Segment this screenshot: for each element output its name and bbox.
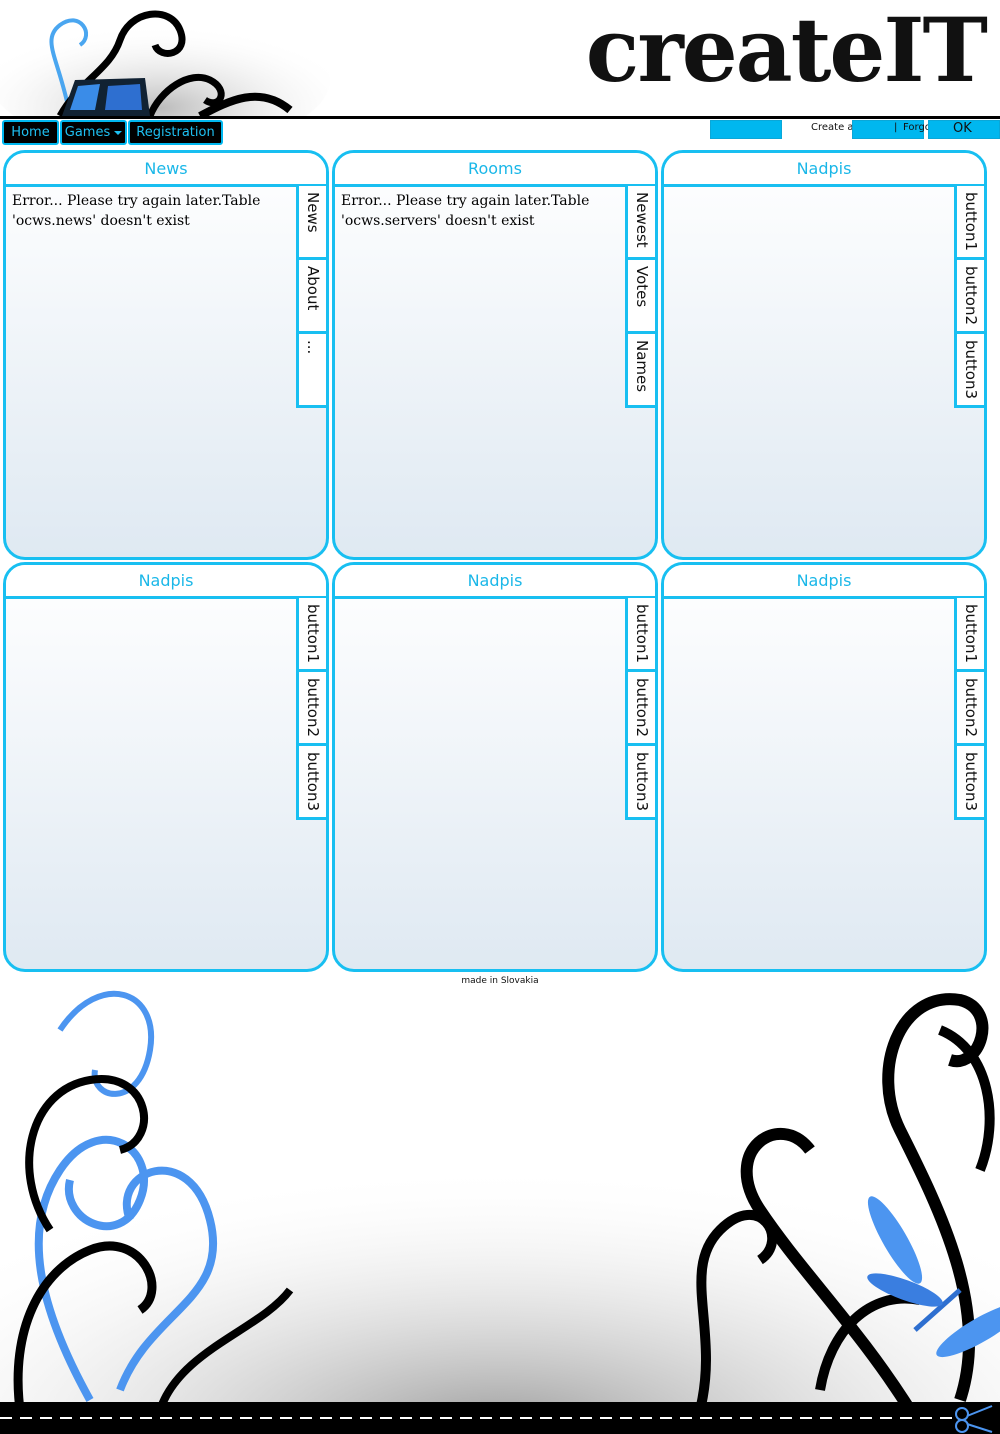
tab-button1[interactable]: button1 [954,186,984,260]
tab-button2[interactable]: button2 [954,672,984,746]
tab-label: button1 [304,604,322,664]
tab-label: About [304,266,322,311]
nav-home-button[interactable]: Home [2,120,59,145]
tab-label: button2 [962,678,980,738]
tab-news[interactable]: News [296,186,326,260]
panel-title: Rooms [335,153,655,187]
panel-side-tabs: News About ... [296,186,326,408]
tab-label: button3 [304,752,322,812]
nadpis-panel: Nadpis button1 button2 button3 [661,562,987,972]
site-logo[interactable]: createIT [586,6,988,94]
panel-title: News [6,153,326,187]
tab-button1[interactable]: button1 [296,598,326,672]
tab-label: button2 [633,678,651,738]
tab-button1[interactable]: button1 [625,598,655,672]
tab-button2[interactable]: button2 [296,672,326,746]
news-panel: News Error... Please try again later.Tab… [3,150,329,560]
tab-label: button1 [633,604,651,664]
tab-label: Newest [633,192,651,248]
tab-label: button1 [962,192,980,252]
tab-label: News [304,192,322,233]
login-ok-label: OK [953,121,972,136]
panel-content: Error... Please try again later.Table 'o… [12,193,261,229]
tab-label: ... [304,340,322,355]
nadpis-panel: Nadpis button1 button2 button3 [3,562,329,972]
links-separator: | [894,122,898,133]
tab-label: button2 [304,678,322,738]
panel-title: Nadpis [664,565,984,599]
panel-title: Nadpis [664,153,984,187]
panel-side-tabs: button1 button2 button3 [296,598,326,820]
tab-label: Names [633,340,651,393]
nav-games-button[interactable]: Games [60,120,127,145]
panel-side-tabs: button1 button2 button3 [954,186,984,408]
tab-newest[interactable]: Newest [625,186,655,260]
tab-more[interactable]: ... [296,334,326,408]
panel-side-tabs: button1 button2 button3 [954,598,984,820]
header-divider [0,116,1000,119]
tab-about[interactable]: About [296,260,326,334]
nav-home-label: Home [11,125,50,140]
swirl-decoration-icon [0,10,330,118]
tab-label: button1 [962,604,980,664]
tab-button3[interactable]: button3 [954,746,984,820]
nav-registration-button[interactable]: Registration [128,120,223,145]
nav-registration-label: Registration [136,125,215,140]
tab-button3[interactable]: button3 [954,334,984,408]
rooms-panel: Rooms Error... Please try again later.Ta… [332,150,658,560]
panel-title: Nadpis [335,565,655,599]
site-header: createIT [0,0,1000,118]
tab-button2[interactable]: button2 [954,260,984,334]
tab-label: button3 [962,340,980,400]
panel-content: Error... Please try again later.Table 'o… [341,193,590,229]
tab-button2[interactable]: button2 [625,672,655,746]
tab-button1[interactable]: button1 [954,598,984,672]
footer-text: made in Slovakia [461,976,539,986]
tab-label: button2 [962,266,980,326]
panel-side-tabs: button1 button2 button3 [625,598,655,820]
tab-button3[interactable]: button3 [296,746,326,820]
tab-votes[interactable]: Votes [625,260,655,334]
tab-label: Votes [633,266,651,308]
tab-button3[interactable]: button3 [625,746,655,820]
bottom-decoration [0,990,1000,1434]
tab-names[interactable]: Names [625,334,655,408]
username-input[interactable] [710,120,782,139]
tab-label: button3 [633,752,651,812]
tab-label: button3 [962,752,980,812]
nadpis-panel: Nadpis button1 button2 button3 [661,150,987,560]
panel-side-tabs: Newest Votes Names [625,186,655,408]
nadpis-panel: Nadpis button1 button2 button3 [332,562,658,972]
dropdown-caret-icon [114,130,123,135]
panel-title: Nadpis [6,565,326,599]
nav-games-label: Games [64,125,111,140]
